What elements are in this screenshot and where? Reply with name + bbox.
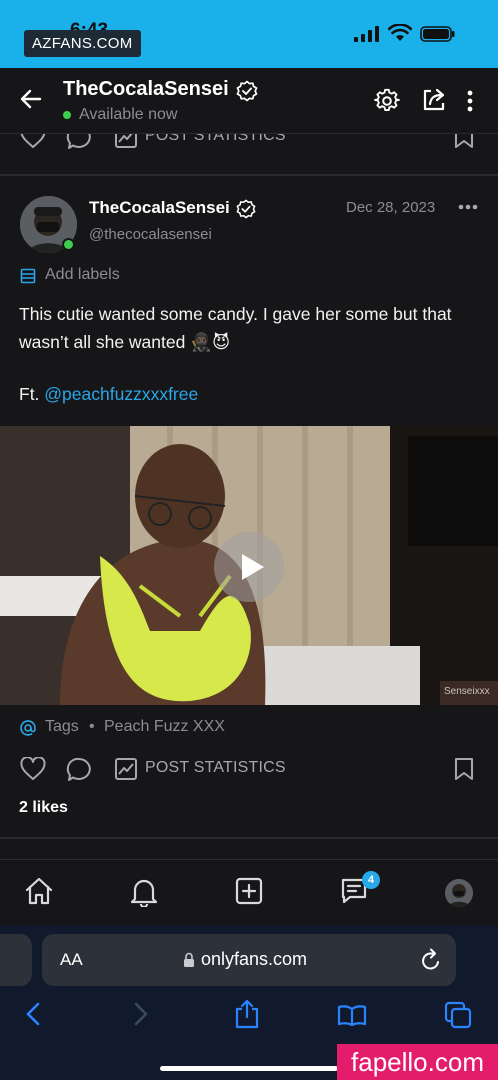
- post-text: This cutie wanted some candy. I gave her…: [19, 304, 452, 352]
- reload-icon[interactable]: [420, 948, 442, 972]
- featuring-prefix: Ft.: [19, 384, 45, 404]
- browser-back-icon[interactable]: [24, 1002, 42, 1026]
- bell-icon[interactable]: [130, 877, 158, 907]
- stats-icon[interactable]: [114, 757, 138, 781]
- play-button[interactable]: [214, 532, 284, 602]
- bookmark-icon[interactable]: [454, 757, 474, 781]
- post-video[interactable]: Senseixxx: [0, 426, 498, 705]
- stats-icon[interactable]: [114, 134, 138, 149]
- add-post-icon[interactable]: [235, 877, 263, 905]
- author-name[interactable]: TheCocalaSensei: [89, 198, 230, 218]
- prev-post-actions: POST STATISTICS: [0, 134, 498, 155]
- post-divider: [0, 837, 498, 839]
- url-text[interactable]: onlyfans.com: [201, 949, 307, 970]
- tabs-icon[interactable]: [444, 1001, 472, 1029]
- post-featuring: Ft. @peachfuzzxxxfree: [19, 384, 198, 405]
- online-dot: [62, 238, 75, 251]
- author-handle[interactable]: @thecocalasensei: [89, 226, 212, 243]
- previous-tab-preview[interactable]: [0, 934, 32, 986]
- wifi-icon: [388, 24, 412, 41]
- bookmarks-icon[interactable]: [337, 1004, 367, 1026]
- likes-count[interactable]: 2 likes: [19, 799, 68, 817]
- mention-link[interactable]: @peachfuzzxxxfree: [44, 384, 198, 404]
- comment-icon[interactable]: [66, 134, 92, 151]
- reader-aa-button[interactable]: AA: [60, 950, 83, 970]
- home-icon[interactable]: [24, 877, 54, 905]
- post-statistics-link[interactable]: POST STATISTICS: [145, 759, 286, 777]
- app-header: TheCocalaSensei Available now: [0, 68, 498, 134]
- tags-separator: •: [89, 718, 95, 735]
- battery-icon: [420, 26, 455, 42]
- back-arrow-icon[interactable]: [20, 88, 42, 110]
- more-horizontal-icon[interactable]: [458, 204, 478, 210]
- at-sign-icon: [20, 720, 36, 736]
- add-labels-button[interactable]: Add labels: [45, 266, 120, 284]
- tag-link[interactable]: Peach Fuzz XXX: [104, 718, 225, 736]
- lock-icon: [184, 952, 194, 967]
- tags-label[interactable]: Tags: [45, 718, 79, 736]
- heart-icon[interactable]: [20, 134, 46, 149]
- video-watermark: Senseixxx: [444, 686, 490, 697]
- post-date: Dec 28, 2023: [346, 199, 436, 216]
- home-indicator: [160, 1066, 338, 1071]
- profile-title[interactable]: TheCocalaSensei: [63, 78, 229, 101]
- post-statistics-link[interactable]: POST STATISTICS: [145, 134, 286, 145]
- verified-icon: [236, 80, 258, 102]
- signal-icon: [354, 26, 379, 42]
- post-actions: POST STATISTICS: [0, 757, 498, 787]
- more-vertical-icon[interactable]: [466, 90, 474, 112]
- verified-icon: [236, 199, 256, 219]
- comment-icon[interactable]: [66, 757, 92, 783]
- browser-forward-icon[interactable]: [132, 1002, 150, 1026]
- gear-icon[interactable]: [374, 88, 400, 114]
- bottom-nav: 4: [0, 859, 498, 925]
- post-feed: POST STATISTICS TheCocalaSensei @thecoca…: [0, 134, 498, 859]
- label-icon: [20, 268, 36, 284]
- bookmark-icon[interactable]: [454, 134, 474, 149]
- status-bar: 6:43 AZFANS.COM: [0, 0, 498, 68]
- watermark-fapello: fapello.com: [337, 1044, 498, 1080]
- messages-badge: 4: [362, 871, 380, 889]
- heart-icon[interactable]: [20, 757, 46, 781]
- address-bar[interactable]: AA onlyfans.com: [42, 934, 456, 986]
- watermark-azfans: AZFANS.COM: [24, 30, 141, 57]
- availability-status: Available now: [79, 106, 178, 123]
- post-divider: [0, 174, 498, 176]
- share-sheet-icon[interactable]: [234, 999, 260, 1029]
- profile-avatar[interactable]: [445, 879, 473, 907]
- share-icon[interactable]: [421, 87, 447, 113]
